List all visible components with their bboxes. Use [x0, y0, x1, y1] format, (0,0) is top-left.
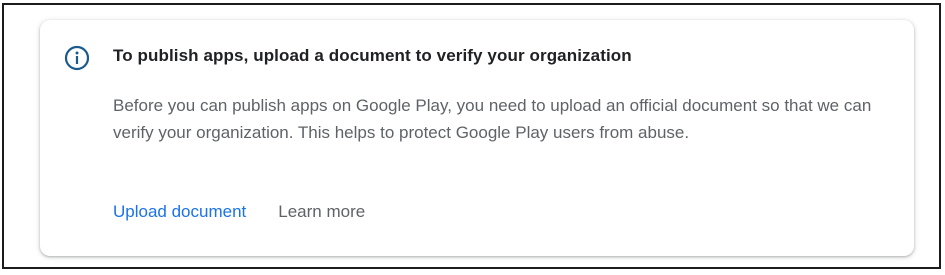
verification-banner: To publish apps, upload a document to ve…	[40, 20, 914, 256]
upload-document-link[interactable]: Upload document	[113, 202, 246, 222]
screenshot-frame: To publish apps, upload a document to ve…	[2, 3, 941, 269]
learn-more-link[interactable]: Learn more	[278, 202, 365, 222]
banner-actions: Upload document Learn more	[113, 202, 365, 222]
banner-description: Before you can publish apps on Google Pl…	[113, 96, 872, 142]
info-icon	[64, 45, 90, 71]
banner-title: To publish apps, upload a document to ve…	[113, 46, 632, 65]
